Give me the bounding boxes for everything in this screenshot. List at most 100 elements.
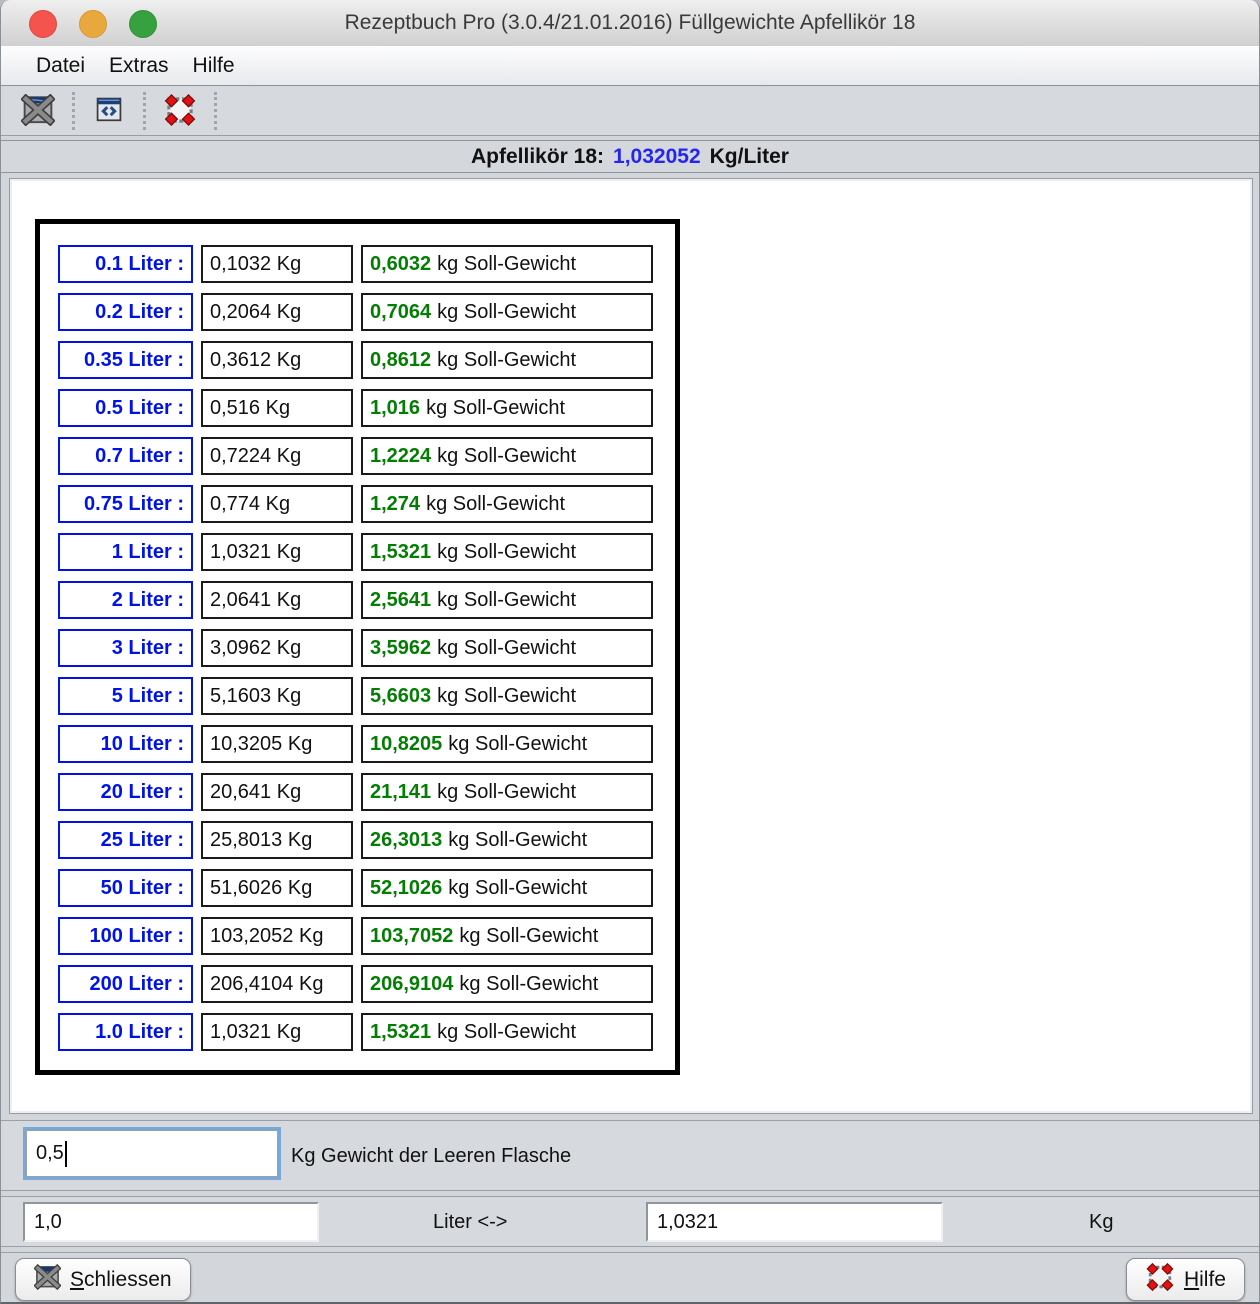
soll-weight-box: 1,5321kg Soll-Gewicht bbox=[361, 1013, 653, 1051]
kg-value-box: 0,774 Kg bbox=[201, 485, 353, 523]
soll-weight-value: 1,5321 bbox=[370, 1021, 431, 1044]
text-caret bbox=[65, 1141, 67, 1167]
toolbar-help-button[interactable] bbox=[161, 92, 199, 130]
table-row: 3 Liter :3,0962 Kg3,5962kg Soll-Gewicht bbox=[58, 629, 675, 667]
soll-weight-value: 26,3013 bbox=[370, 829, 442, 852]
bottle-weight-input[interactable]: 0,5 bbox=[26, 1130, 278, 1177]
toolbar-transfer-button[interactable] bbox=[90, 92, 128, 130]
close-window-traffic-button[interactable] bbox=[29, 10, 57, 38]
kg-unit-label: Kg bbox=[1089, 1197, 1113, 1248]
toolbar-separator bbox=[143, 92, 146, 130]
converter-label: Liter <-> bbox=[433, 1197, 507, 1248]
soll-weight-value: 1,274 bbox=[370, 493, 420, 516]
soll-weight-value: 1,5321 bbox=[370, 541, 431, 564]
liter-button[interactable]: 3 Liter : bbox=[58, 629, 193, 667]
liter-button[interactable]: 25 Liter : bbox=[58, 821, 193, 859]
help-button[interactable]: Hilfe bbox=[1126, 1258, 1245, 1301]
soll-weight-box: 1,5321kg Soll-Gewicht bbox=[361, 533, 653, 571]
kg-value-box: 10,3205 Kg bbox=[201, 725, 353, 763]
close-button-label: Schliessen bbox=[70, 1268, 172, 1292]
liter-input[interactable]: 1,0 bbox=[23, 1202, 319, 1242]
close-button[interactable]: Schliessen bbox=[15, 1258, 191, 1301]
liter-button[interactable]: 200 Liter : bbox=[58, 965, 193, 1003]
kg-value-box: 25,8013 Kg bbox=[201, 821, 353, 859]
soll-weight-value: 1,016 bbox=[370, 397, 420, 420]
liter-button[interactable]: 0.75 Liter : bbox=[58, 485, 193, 523]
table-row: 0.1 Liter :0,1032 Kg0,6032kg Soll-Gewich… bbox=[58, 245, 675, 283]
table-row: 200 Liter :206,4104 Kg206,9104kg Soll-Ge… bbox=[58, 965, 675, 1003]
liter-input-value: 1,0 bbox=[34, 1211, 62, 1234]
table-row: 20 Liter :20,641 Kg21,141kg Soll-Gewicht bbox=[58, 773, 675, 811]
app-window: Rezeptbuch Pro (3.0.4/21.01.2016) Füllge… bbox=[0, 0, 1260, 1304]
liter-button[interactable]: 1.0 Liter : bbox=[58, 1013, 193, 1051]
close-window-icon bbox=[21, 94, 55, 129]
menu-item-datei[interactable]: Datei bbox=[36, 54, 85, 78]
table-row: 5 Liter :5,1603 Kg5,6603kg Soll-Gewicht bbox=[58, 677, 675, 715]
table-row: 0.35 Liter :0,3612 Kg0,8612kg Soll-Gewic… bbox=[58, 341, 675, 379]
soll-weight-box: 1,274kg Soll-Gewicht bbox=[361, 485, 653, 523]
soll-weight-value: 3,5962 bbox=[370, 637, 431, 660]
table-row: 25 Liter :25,8013 Kg26,3013kg Soll-Gewic… bbox=[58, 821, 675, 859]
kg-value-box: 0,2064 Kg bbox=[201, 293, 353, 331]
soll-weight-box: 206,9104kg Soll-Gewicht bbox=[361, 965, 653, 1003]
kg-value-box: 1,0321 Kg bbox=[201, 1013, 353, 1051]
soll-weight-value: 1,2224 bbox=[370, 445, 431, 468]
liter-button[interactable]: 20 Liter : bbox=[58, 773, 193, 811]
liter-button[interactable]: 10 Liter : bbox=[58, 725, 193, 763]
zoom-window-traffic-button[interactable] bbox=[129, 10, 157, 38]
kg-value-box: 206,4104 Kg bbox=[201, 965, 353, 1003]
kg-value-box: 0,516 Kg bbox=[201, 389, 353, 427]
kg-value-box: 20,641 Kg bbox=[201, 773, 353, 811]
main-panel: 0.1 Liter :0,1032 Kg0,6032kg Soll-Gewich… bbox=[9, 178, 1253, 1114]
kg-value-box: 1,0321 Kg bbox=[201, 533, 353, 571]
menu-item-hilfe[interactable]: Hilfe bbox=[193, 54, 235, 78]
liter-button[interactable]: 0.2 Liter : bbox=[58, 293, 193, 331]
help-button-label: Hilfe bbox=[1184, 1268, 1226, 1292]
liter-button[interactable]: 50 Liter : bbox=[58, 869, 193, 907]
minimize-window-traffic-button[interactable] bbox=[79, 10, 107, 38]
kg-input[interactable]: 1,0321 bbox=[646, 1202, 943, 1242]
soll-weight-value: 2,5641 bbox=[370, 589, 431, 612]
soll-weight-box: 1,2224kg Soll-Gewicht bbox=[361, 437, 653, 475]
soll-weight-value: 0,8612 bbox=[370, 349, 431, 372]
liter-button[interactable]: 2 Liter : bbox=[58, 581, 193, 619]
table-row: 1.0 Liter :1,0321 Kg1,5321kg Soll-Gewich… bbox=[58, 1013, 675, 1051]
soll-weight-box: 26,3013kg Soll-Gewicht bbox=[361, 821, 653, 859]
kg-value-box: 51,6026 Kg bbox=[201, 869, 353, 907]
window-title: Rezeptbuch Pro (3.0.4/21.01.2016) Füllge… bbox=[345, 11, 916, 35]
liter-button[interactable]: 5 Liter : bbox=[58, 677, 193, 715]
bottle-weight-section: 0,5 Kg Gewicht der Leeren Flasche bbox=[1, 1120, 1259, 1191]
bottle-weight-label: Kg Gewicht der Leeren Flasche bbox=[291, 1121, 571, 1192]
liter-button[interactable]: 0.35 Liter : bbox=[58, 341, 193, 379]
liter-button[interactable]: 0.7 Liter : bbox=[58, 437, 193, 475]
kg-value-box: 2,0641 Kg bbox=[201, 581, 353, 619]
table-row: 0.5 Liter :0,516 Kg1,016kg Soll-Gewicht bbox=[58, 389, 675, 427]
kg-value-box: 103,2052 Kg bbox=[201, 917, 353, 955]
toolbar-close-button[interactable] bbox=[19, 92, 57, 130]
close-window-icon bbox=[34, 1264, 61, 1296]
footer-bar: Schliessen Hilfe bbox=[1, 1252, 1259, 1304]
toolbar bbox=[1, 87, 1259, 136]
recipe-header: Apfellikör 18: 1,032052 Kg/Liter bbox=[1, 140, 1259, 173]
soll-weight-box: 5,6603kg Soll-Gewicht bbox=[361, 677, 653, 715]
kg-value-box: 5,1603 Kg bbox=[201, 677, 353, 715]
liter-button[interactable]: 100 Liter : bbox=[58, 917, 193, 955]
liter-button[interactable]: 0.1 Liter : bbox=[58, 245, 193, 283]
transfer-window-icon bbox=[93, 95, 125, 128]
menu-bar: Datei Extras Hilfe bbox=[1, 46, 1259, 86]
recipe-name-label: Apfellikör 18: bbox=[471, 145, 604, 169]
soll-weight-box: 0,8612kg Soll-Gewicht bbox=[361, 341, 653, 379]
table-row: 100 Liter :103,2052 Kg103,7052kg Soll-Ge… bbox=[58, 917, 675, 955]
soll-weight-box: 52,1026kg Soll-Gewicht bbox=[361, 869, 653, 907]
soll-weight-box: 10,8205kg Soll-Gewicht bbox=[361, 725, 653, 763]
liter-button[interactable]: 0.5 Liter : bbox=[58, 389, 193, 427]
converter-section: 1,0 Liter <-> 1,0321 Kg bbox=[1, 1196, 1259, 1247]
soll-weight-box: 2,5641kg Soll-Gewicht bbox=[361, 581, 653, 619]
table-row: 10 Liter :10,3205 Kg10,8205kg Soll-Gewic… bbox=[58, 725, 675, 763]
table-row: 0.2 Liter :0,2064 Kg0,7064kg Soll-Gewich… bbox=[58, 293, 675, 331]
kg-value-box: 0,1032 Kg bbox=[201, 245, 353, 283]
menu-item-extras[interactable]: Extras bbox=[109, 54, 169, 78]
help-frame-icon bbox=[163, 93, 197, 130]
table-row: 0.75 Liter :0,774 Kg1,274kg Soll-Gewicht bbox=[58, 485, 675, 523]
liter-button[interactable]: 1 Liter : bbox=[58, 533, 193, 571]
